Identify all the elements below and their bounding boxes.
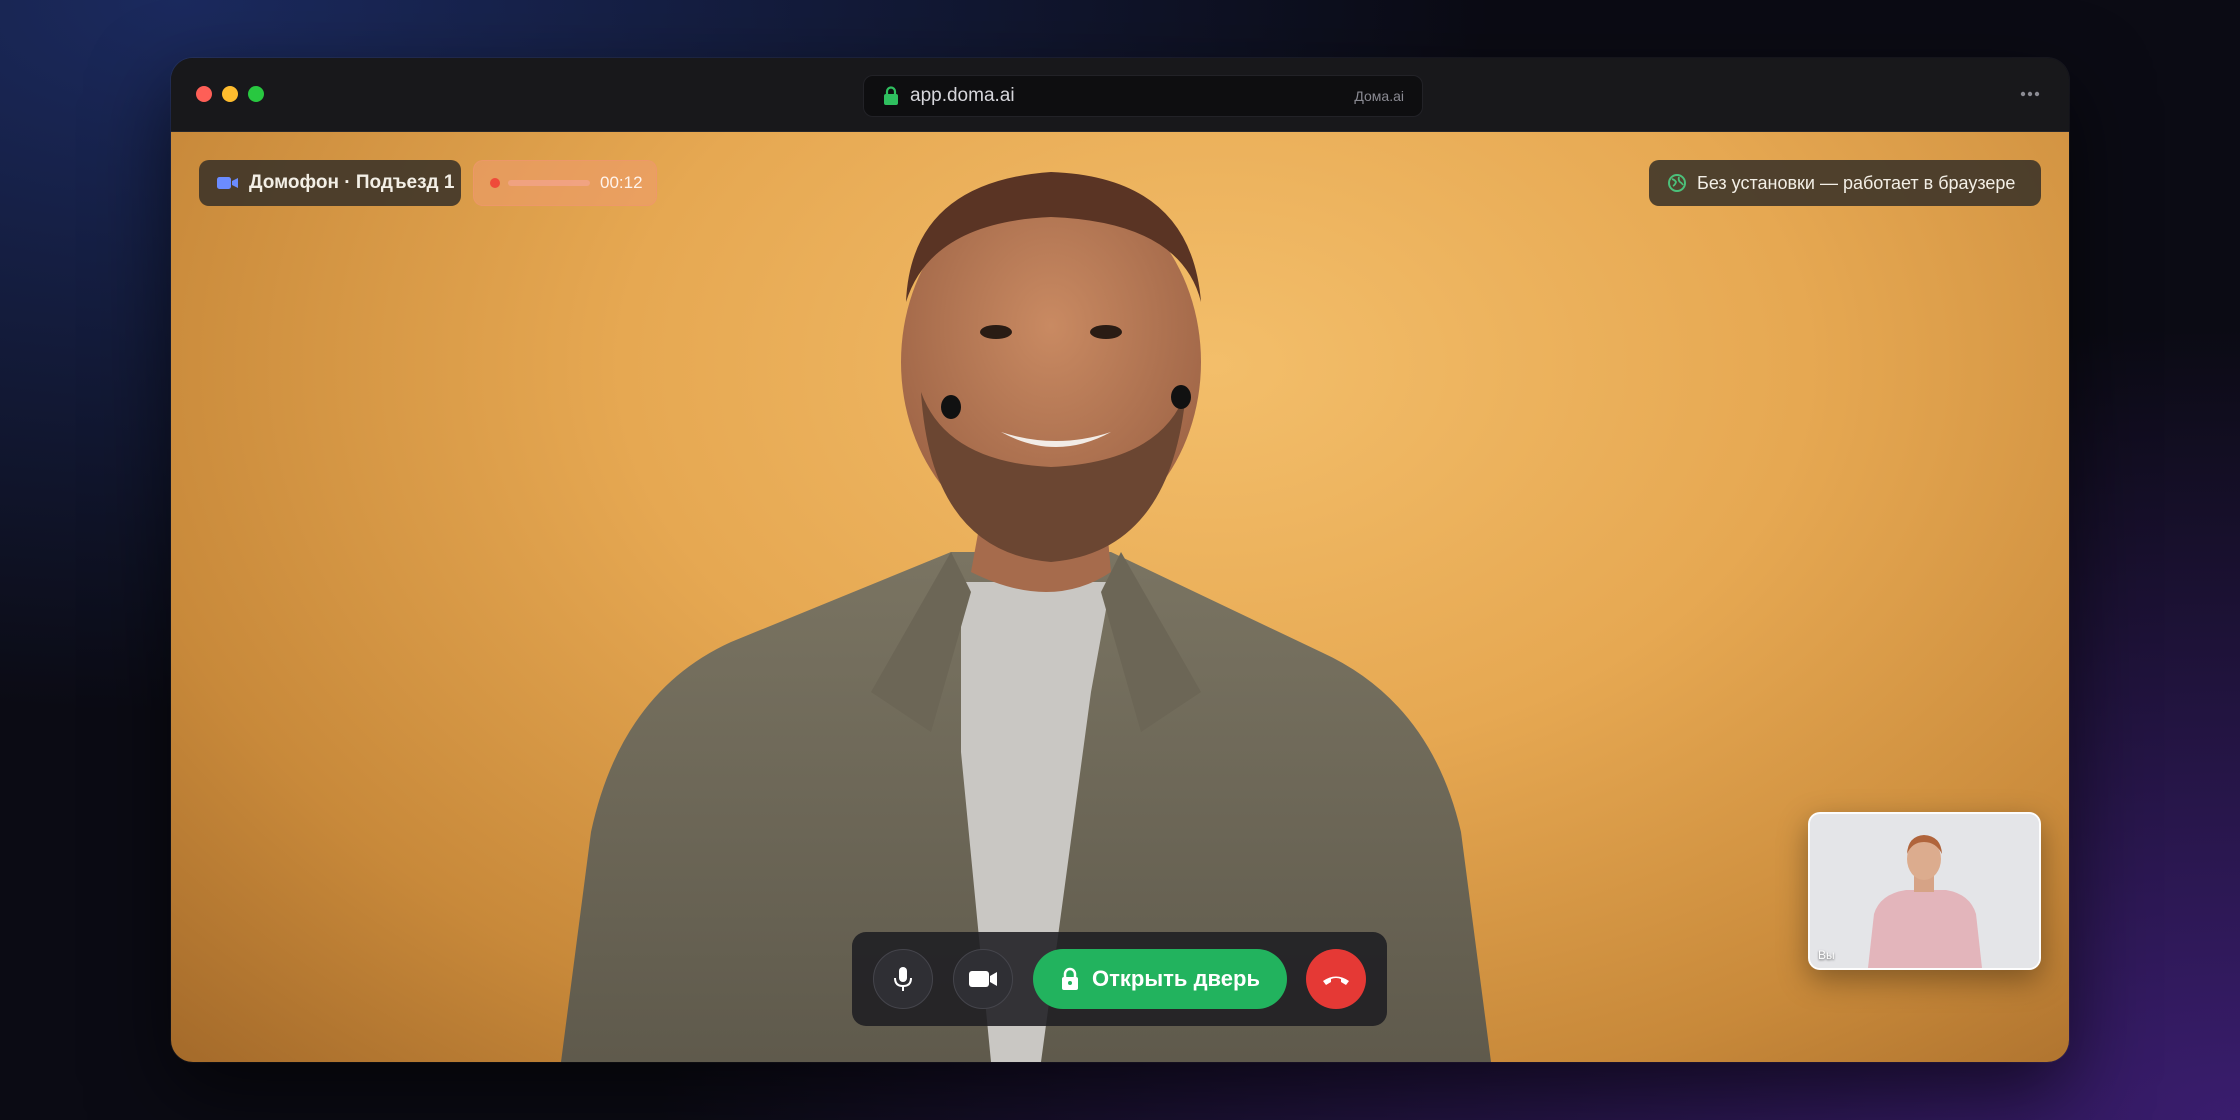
self-view-preview[interactable]: Вы: [1808, 812, 2041, 970]
lock-icon: [884, 86, 898, 105]
recording-indicator: 00:12: [473, 160, 657, 206]
site-brand: Дома.ai: [1354, 88, 1404, 104]
url-text: app.doma.ai: [910, 85, 1015, 106]
self-view-image: [1810, 814, 2039, 968]
video-icon: [969, 971, 997, 987]
recording-dot: [490, 178, 500, 188]
phone-hangup-icon: [1323, 976, 1349, 985]
audio-wave-icon: [508, 180, 590, 186]
browser-badge: Без установки — работает в браузере: [1649, 160, 2041, 206]
microphone-button[interactable]: [873, 949, 933, 1009]
microphone-icon: [894, 967, 912, 991]
lock-icon: [1062, 967, 1079, 990]
browser-window: app.doma.ai Дома.ai Домофон · Подъезд 1 …: [171, 58, 2069, 1062]
open-door-label: Открыть дверь: [1092, 966, 1260, 991]
end-call-button[interactable]: [1306, 949, 1366, 1009]
globe-icon: [1668, 174, 1686, 192]
title-bar: app.doma.ai Дома.ai: [171, 58, 2069, 132]
minimize-window-button[interactable]: [222, 86, 238, 102]
source-label: Домофон · Подъезд 1: [249, 172, 455, 193]
open-door-button[interactable]: Открыть дверь: [1033, 949, 1287, 1009]
source-badge: Домофон · Подъезд 1: [199, 160, 461, 206]
maximize-window-button[interactable]: [248, 86, 264, 102]
recording-timer: 00:12: [600, 173, 643, 192]
address-bar[interactable]: app.doma.ai Дома.ai: [863, 75, 1423, 117]
self-view-label: Вы: [1818, 948, 1835, 962]
intercom-video-feed: Домофон · Подъезд 1 00:12 Без установки …: [171, 132, 2069, 1062]
browser-badge-label: Без установки — работает в браузере: [1697, 172, 2016, 193]
camera-toggle-button[interactable]: [953, 949, 1013, 1009]
camera-icon: [217, 177, 238, 189]
close-window-button[interactable]: [196, 86, 212, 102]
more-icon[interactable]: [2019, 84, 2041, 104]
call-controls: Открыть дверь: [852, 932, 1387, 1026]
visitor-video-image: [561, 172, 1491, 1062]
